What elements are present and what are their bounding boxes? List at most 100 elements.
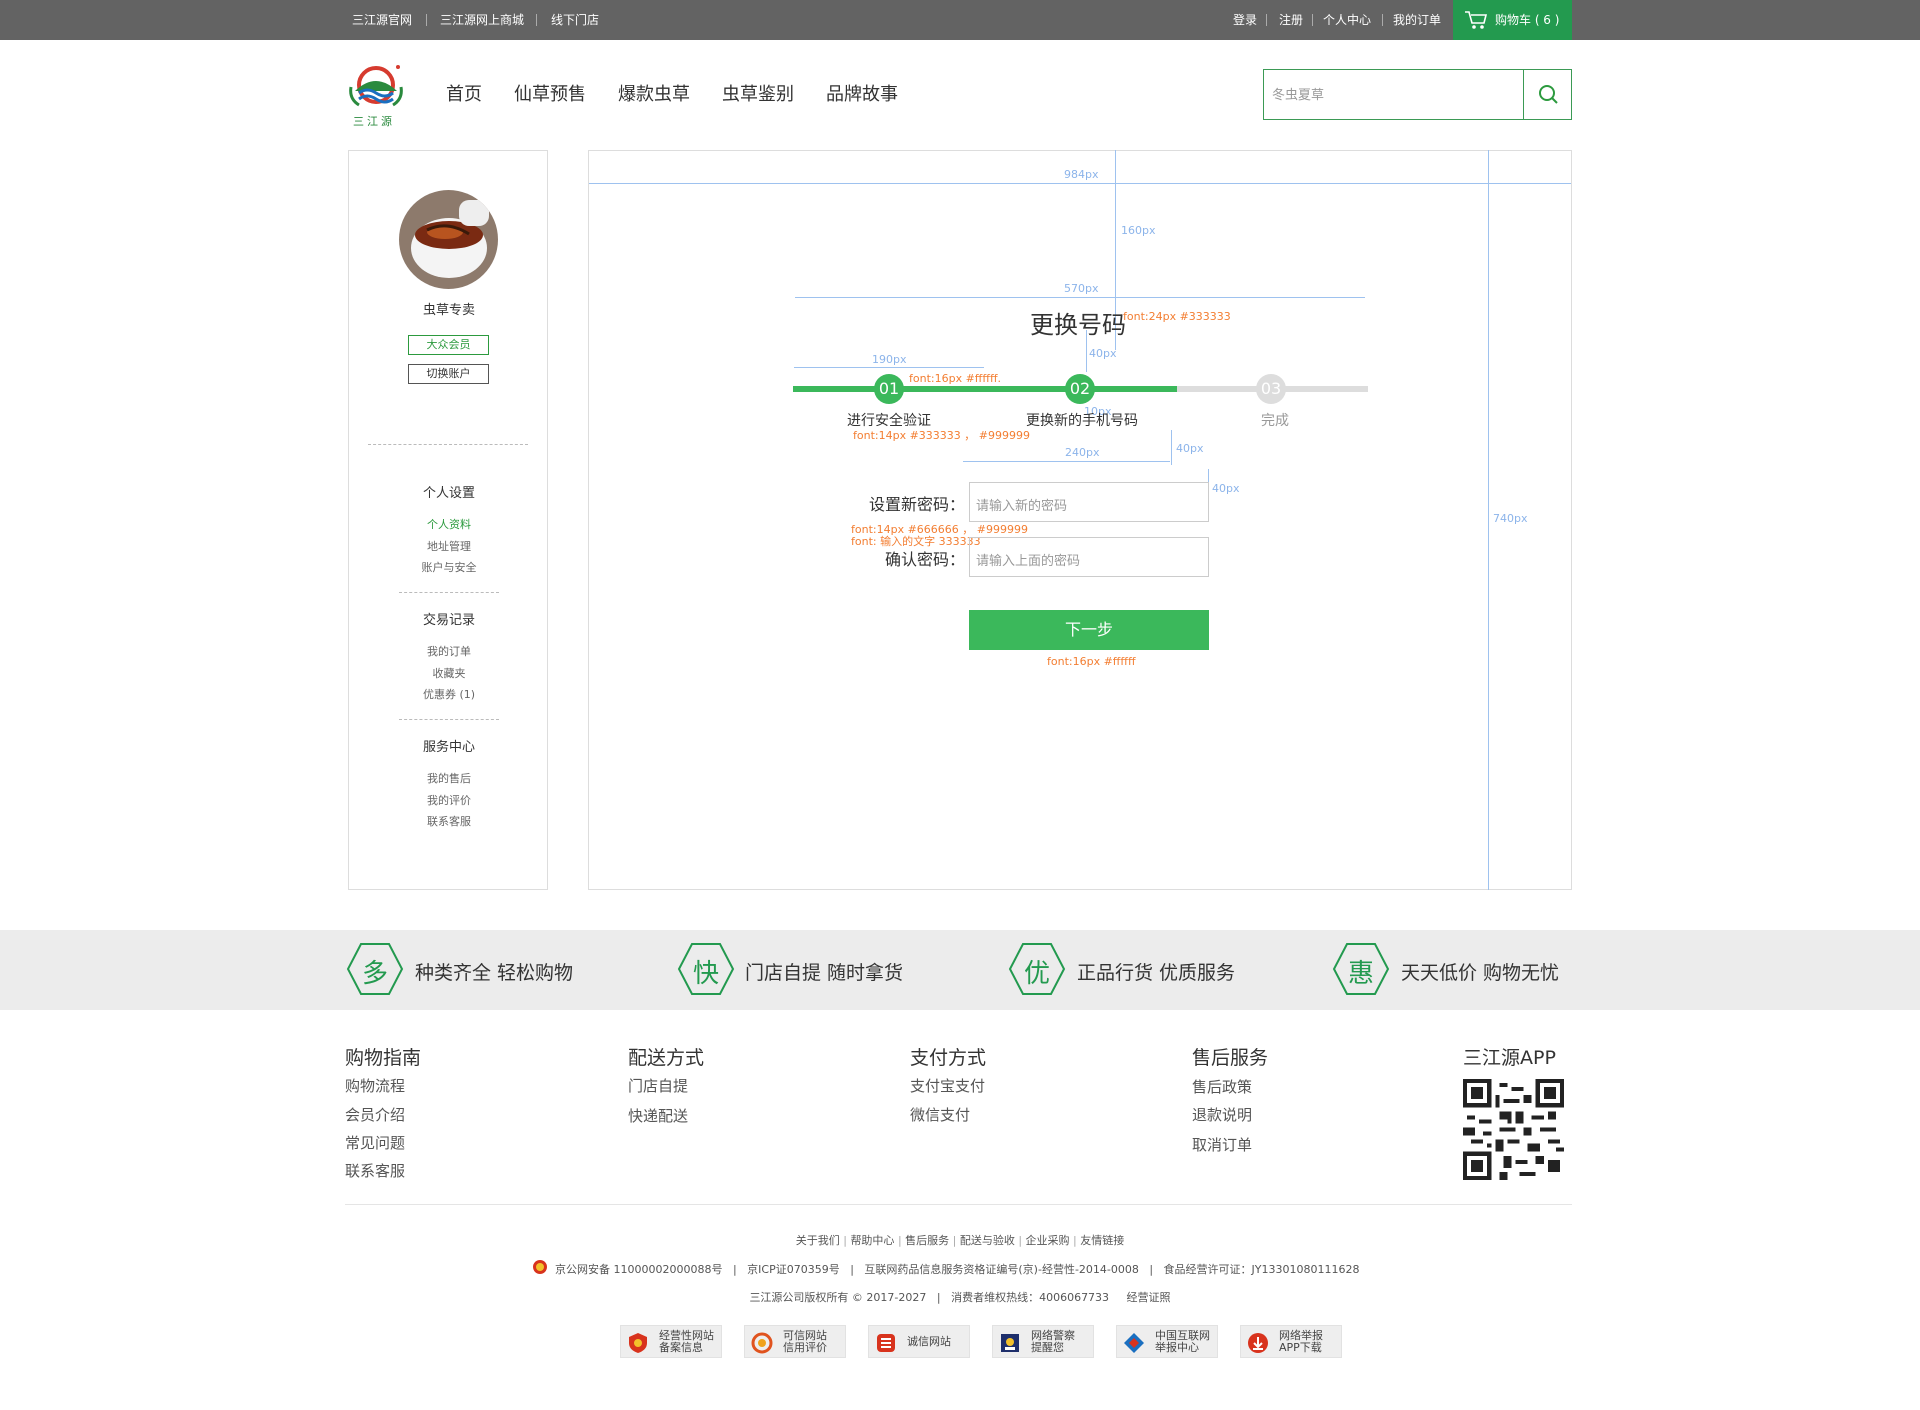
badge-label: 网络举报 APP下载 bbox=[1279, 1329, 1323, 1354]
section-personal-settings: 个人设置 bbox=[422, 486, 475, 501]
sidebar-item-reviews[interactable]: 我的评价 bbox=[349, 792, 549, 808]
trust-badge-report-app[interactable]: 网络举报 APP下载 bbox=[1240, 1325, 1342, 1358]
badge-label: 经营性网站 备案信息 bbox=[659, 1329, 714, 1354]
sidebar-item-contact[interactable]: 联系客服 bbox=[349, 813, 549, 829]
shield-icon bbox=[629, 1333, 647, 1353]
nav-identify[interactable]: 虫草鉴别 bbox=[722, 82, 794, 108]
footer-link[interactable]: 退款说明 bbox=[1192, 1104, 1252, 1125]
footer-link[interactable]: 支付宝支付 bbox=[910, 1075, 985, 1096]
search-button[interactable] bbox=[1523, 70, 1572, 119]
license-info: 京公网安备 11000002000088号 | 京ICP证070359号 | 互… bbox=[555, 1263, 1360, 1276]
measure-label: 240px bbox=[1065, 446, 1100, 459]
step-label-2: 更换新的手机号码 bbox=[1026, 413, 1138, 429]
footer-link-help[interactable]: 帮助中心 bbox=[850, 1234, 894, 1247]
footer-link[interactable]: 快递配送 bbox=[628, 1105, 688, 1126]
switch-account-button[interactable]: 切换账户 bbox=[408, 364, 489, 384]
personal-center-link[interactable]: 个人中心 bbox=[1323, 0, 1371, 40]
divider bbox=[1312, 14, 1313, 26]
top-bar: 三江源官网 三江源网上商城 线下门店 登录 注册 个人中心 我的订单 购物车 (… bbox=[0, 0, 1920, 40]
sidebar-item-orders[interactable]: 我的订单 bbox=[349, 643, 549, 659]
confirm-password-input[interactable]: 请输入上面的密码 bbox=[969, 537, 1209, 577]
new-password-label: 设置新密码： bbox=[869, 495, 966, 514]
benefit-char: 惠 bbox=[1347, 959, 1374, 989]
my-orders-link[interactable]: 我的订单 bbox=[1393, 0, 1441, 40]
measure-line bbox=[589, 183, 1571, 184]
footer-link[interactable]: 联系客服 bbox=[345, 1160, 405, 1181]
footer-col-title: 支付方式 bbox=[910, 1047, 987, 1069]
footer-link[interactable]: 售后政策 bbox=[1192, 1076, 1252, 1097]
trust-badge-credit[interactable]: 可信网站 信用评价 bbox=[744, 1325, 846, 1358]
cart-button[interactable]: 购物车 ( 6 ) bbox=[1453, 0, 1572, 40]
badge-label: 诚信网站 bbox=[907, 1335, 951, 1348]
search-box: 冬虫夏草 bbox=[1263, 69, 1572, 120]
measure-label: 984px bbox=[1064, 168, 1099, 181]
logo[interactable]: 三江源 bbox=[345, 61, 407, 128]
footer-link[interactable]: 常见问题 bbox=[345, 1132, 405, 1153]
link-online-mall[interactable]: 三江源网上商城 bbox=[440, 0, 524, 40]
measure-label: 190px bbox=[872, 353, 907, 366]
cart-icon bbox=[1465, 11, 1488, 29]
section-transactions: 交易记录 bbox=[422, 613, 475, 628]
footer-col-title: 购物指南 bbox=[345, 1047, 422, 1069]
next-step-button[interactable]: 下一步 bbox=[969, 610, 1209, 650]
footer-link[interactable]: 门店自提 bbox=[628, 1075, 688, 1096]
nav-home[interactable]: 首页 bbox=[446, 82, 482, 108]
trust-badge-report-center[interactable]: 中国互联网 举报中心 bbox=[1116, 1325, 1218, 1358]
footer-col-title: 配送方式 bbox=[628, 1047, 705, 1069]
sidebar-item-profile[interactable]: 个人资料 bbox=[349, 516, 549, 532]
measure-line bbox=[795, 297, 1365, 298]
link-official-site[interactable]: 三江源官网 bbox=[352, 0, 412, 40]
page-title: 更换号码 bbox=[1030, 311, 1126, 339]
search-input[interactable]: 冬虫夏草 bbox=[1272, 84, 1324, 103]
trust-badge-police[interactable]: 网络警察 提醒您 bbox=[992, 1325, 1094, 1358]
footer-link-friends[interactable]: 友情链接 bbox=[1080, 1234, 1124, 1247]
badge-label: 网络警察 提醒您 bbox=[1031, 1329, 1075, 1354]
progress-bar-filled bbox=[793, 386, 1177, 392]
sidebar-item-favorites[interactable]: 收藏夹 bbox=[349, 665, 549, 681]
footer-link-enterprise[interactable]: 企业采购 bbox=[1026, 1234, 1070, 1247]
footer-link-after-sales[interactable]: 售后服务 bbox=[905, 1234, 949, 1247]
annotation-title-font: font:24px #333333 bbox=[1123, 310, 1231, 323]
avatar[interactable] bbox=[399, 190, 498, 289]
footer-link-about[interactable]: 关于我们 bbox=[796, 1234, 840, 1247]
footer-divider bbox=[345, 1204, 1572, 1205]
username: 虫草专卖 bbox=[422, 303, 475, 318]
sidebar-item-after-sales[interactable]: 我的售后 bbox=[349, 770, 549, 786]
measure-line bbox=[1171, 430, 1172, 465]
benefit-variety: 多 bbox=[346, 940, 404, 998]
footer-col-title: 售后服务 bbox=[1192, 1047, 1269, 1069]
trust-badge-icp[interactable]: 经营性网站 备案信息 bbox=[620, 1325, 722, 1358]
footer-link[interactable]: 取消订单 bbox=[1192, 1134, 1252, 1155]
nav-brand-story[interactable]: 品牌故事 bbox=[826, 82, 898, 108]
divider bbox=[1382, 14, 1383, 26]
footer-link[interactable]: 会员介绍 bbox=[345, 1104, 405, 1125]
divider bbox=[399, 719, 499, 720]
footer-link-delivery[interactable]: 配送与验收 bbox=[960, 1234, 1015, 1247]
nav-hot[interactable]: 爆款虫草 bbox=[618, 82, 690, 108]
measure-label: 570px bbox=[1064, 282, 1099, 295]
member-level-badge: 大众会员 bbox=[408, 335, 489, 355]
login-link[interactable]: 登录 bbox=[1233, 0, 1257, 40]
divider bbox=[1266, 14, 1267, 26]
new-password-input[interactable]: 请输入新的密码 bbox=[969, 482, 1209, 522]
section-service-center: 服务中心 bbox=[422, 740, 475, 755]
divider bbox=[536, 14, 537, 26]
nav-presale[interactable]: 仙草预售 bbox=[514, 82, 586, 108]
sidebar-item-security[interactable]: 账户与安全 bbox=[349, 559, 549, 575]
benefit-price: 惠 bbox=[1332, 940, 1390, 998]
sidebar-item-address[interactable]: 地址管理 bbox=[349, 538, 549, 554]
badge-label: 可信网站 信用评价 bbox=[783, 1329, 827, 1354]
register-link[interactable]: 注册 bbox=[1279, 0, 1303, 40]
trust-badge-integrity[interactable]: 诚信网站 bbox=[868, 1325, 970, 1358]
footer-link[interactable]: 微信支付 bbox=[910, 1104, 970, 1125]
sidebar-item-coupons[interactable]: 优惠券 (1) bbox=[349, 686, 549, 702]
divider bbox=[426, 14, 427, 26]
benefits-band bbox=[0, 930, 1920, 1010]
divider bbox=[399, 592, 499, 593]
footer-link[interactable]: 购物流程 bbox=[345, 1075, 405, 1096]
step-label-3: 完成 bbox=[1261, 413, 1289, 429]
step-circle-2: 02 bbox=[1065, 374, 1095, 404]
integrity-icon bbox=[877, 1334, 895, 1352]
link-offline-store[interactable]: 线下门店 bbox=[551, 0, 599, 40]
measure-line bbox=[794, 367, 984, 368]
